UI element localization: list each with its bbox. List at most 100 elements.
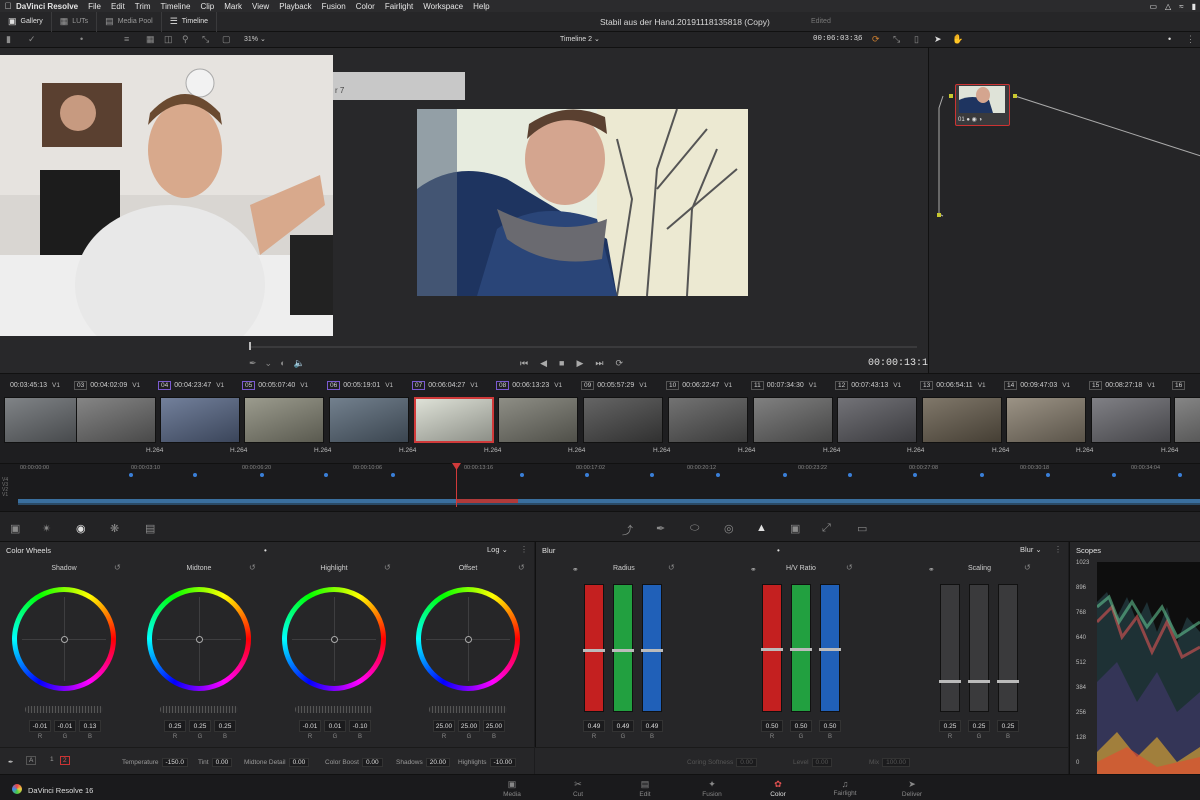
timeline-track-audio[interactable] bbox=[18, 503, 1200, 505]
highlights-field[interactable]: Highlights -10.00 bbox=[458, 758, 516, 767]
play-reverse-icon[interactable]: ◀ bbox=[540, 358, 547, 370]
sizing-icon[interactable]: ⤢ bbox=[822, 522, 831, 535]
clip-item[interactable]: 11 00:07:34:30 V1 H.264 bbox=[751, 376, 840, 466]
expand-icon[interactable]: ⤡ bbox=[202, 34, 209, 45]
battery-icon[interactable]: ▮ bbox=[1192, 2, 1196, 11]
marker-dot[interactable] bbox=[716, 473, 720, 477]
master-jog-wheel[interactable] bbox=[160, 706, 238, 713]
color-match-icon[interactable]: ✴ bbox=[42, 522, 51, 535]
blur-slider-r[interactable] bbox=[583, 584, 605, 712]
mode-select[interactable]: Log ⌄ bbox=[487, 545, 508, 554]
wheel-center-handle[interactable] bbox=[465, 636, 472, 643]
clip-item[interactable]: 13 00:06:54:11 V1 H.264 bbox=[920, 376, 1009, 466]
slider-knob[interactable] bbox=[612, 649, 634, 652]
marker-dot[interactable] bbox=[913, 473, 917, 477]
clip-item[interactable]: 15 00:08:27:18 V1 H.264 bbox=[1089, 376, 1178, 466]
tracker-icon[interactable]: ◎ bbox=[724, 522, 734, 535]
timeline-current-clip[interactable] bbox=[456, 499, 518, 503]
clip-item[interactable]: 04 00:04:23:47 V1 H.264 bbox=[158, 376, 247, 466]
clip-thumbnail[interactable] bbox=[160, 397, 240, 443]
wheel-value-b[interactable]: 0.13 bbox=[79, 720, 101, 732]
color-wheel[interactable] bbox=[147, 587, 251, 691]
highlight-icon[interactable]: ✓ bbox=[28, 34, 36, 45]
marker-dot[interactable] bbox=[260, 473, 264, 477]
master-jog-wheel[interactable] bbox=[25, 706, 103, 713]
menu-clip[interactable]: Clip bbox=[200, 2, 214, 11]
stop-icon[interactable]: ■ bbox=[559, 358, 564, 370]
chevron-down-icon[interactable]: ⌄ bbox=[265, 358, 273, 369]
master-jog-wheel[interactable] bbox=[295, 706, 373, 713]
menu-workspace[interactable]: Workspace bbox=[423, 2, 463, 11]
clip-thumbnail[interactable] bbox=[76, 397, 156, 443]
nav-media[interactable]: ▣ Media bbox=[492, 779, 532, 798]
color-wheel[interactable] bbox=[12, 587, 116, 691]
wheel-value-r[interactable]: -0.01 bbox=[29, 720, 51, 732]
wheel-value-b[interactable]: 25.00 bbox=[483, 720, 505, 732]
slider-knob[interactable] bbox=[641, 649, 663, 652]
camera-raw-icon[interactable]: ▣ bbox=[10, 522, 20, 535]
blur-slider-g[interactable] bbox=[790, 584, 812, 712]
wheel-value-b[interactable]: -0.10 bbox=[349, 720, 371, 732]
blur-value[interactable]: 0.25 bbox=[939, 720, 961, 732]
more-icon[interactable]: ⋮ bbox=[1054, 545, 1062, 554]
clip-thumbnail[interactable] bbox=[329, 397, 409, 443]
rgb-mixer-icon[interactable]: ❋ bbox=[110, 522, 119, 535]
clip-thumbnail[interactable] bbox=[1091, 397, 1171, 443]
clip-thumbnail[interactable] bbox=[668, 397, 748, 443]
marker-dot[interactable] bbox=[391, 473, 395, 477]
tint-field[interactable]: Tint 0.00 bbox=[198, 758, 233, 767]
color-wheel[interactable] bbox=[282, 587, 386, 691]
menu-fusion[interactable]: Fusion bbox=[322, 2, 346, 11]
slider-knob[interactable] bbox=[997, 680, 1019, 683]
menu-timeline[interactable]: Timeline bbox=[161, 2, 191, 11]
nav-fairlight[interactable]: ♫ Fairlight bbox=[825, 779, 865, 797]
coring-softness-field[interactable]: Coring Softness 0.00 bbox=[687, 758, 757, 767]
menu-view[interactable]: View bbox=[252, 2, 269, 11]
clip-thumbnail[interactable] bbox=[244, 397, 324, 443]
dot-menu-icon[interactable]: • bbox=[1168, 34, 1171, 44]
shadows-field[interactable]: Shadows 20.00 bbox=[396, 758, 451, 767]
scrub-playhead[interactable] bbox=[249, 342, 251, 350]
wheel-value-r[interactable]: 25.00 bbox=[433, 720, 455, 732]
clip-thumbnail[interactable] bbox=[414, 397, 494, 443]
play-icon[interactable]: ▶ bbox=[576, 358, 583, 370]
slider-knob[interactable] bbox=[939, 680, 961, 683]
marker-dot[interactable] bbox=[848, 473, 852, 477]
marker-dot[interactable] bbox=[129, 473, 133, 477]
marker-dot[interactable] bbox=[1046, 473, 1050, 477]
clip-item[interactable]: 14 00:09:47:03 V1 H.264 bbox=[1004, 376, 1093, 466]
viewer-scrub-bar[interactable] bbox=[249, 346, 917, 348]
pointer-icon[interactable]: ➤ bbox=[934, 34, 942, 45]
nav-deliver[interactable]: ➤ Deliver bbox=[892, 779, 932, 798]
menu-fairlight[interactable]: Fairlight bbox=[385, 2, 413, 11]
curves-icon[interactable]: ⤴ bbox=[622, 522, 633, 538]
blur-slider-b[interactable] bbox=[997, 584, 1019, 712]
blur-slider-g[interactable] bbox=[968, 584, 990, 712]
master-jog-wheel[interactable] bbox=[429, 706, 507, 713]
go-to-end-icon[interactable]: ⏭ bbox=[595, 358, 603, 370]
zoom-select[interactable]: 31% ⌄ bbox=[244, 35, 266, 43]
menu-trim[interactable]: Trim bbox=[135, 2, 151, 11]
clip-thumbnail[interactable] bbox=[1006, 397, 1086, 443]
wheel-value-b[interactable]: 0.25 bbox=[214, 720, 236, 732]
search-icon[interactable]: ⚲ bbox=[182, 34, 189, 45]
reset-icon[interactable]: ↺ bbox=[1024, 563, 1031, 572]
key-icon[interactable]: ▣ bbox=[790, 522, 800, 535]
page-a-button[interactable]: A bbox=[26, 756, 37, 765]
marker-dot[interactable] bbox=[585, 473, 589, 477]
clip-item[interactable]: 09 00:05:57:29 V1 H.264 bbox=[581, 376, 670, 466]
menu-color[interactable]: Color bbox=[356, 2, 375, 11]
clip-item[interactable]: 08 00:06:13:23 V1 H.264 bbox=[496, 376, 585, 466]
airplay-icon[interactable]: △ bbox=[1165, 2, 1171, 11]
slider-knob[interactable] bbox=[819, 648, 841, 651]
page-dot-icon[interactable]: • bbox=[264, 546, 267, 555]
wheel-center-handle[interactable] bbox=[331, 636, 338, 643]
page-1-button[interactable]: 1 bbox=[48, 756, 56, 763]
marker-dot[interactable] bbox=[193, 473, 197, 477]
wheel-value-r[interactable]: -0.01 bbox=[299, 720, 321, 732]
blur-value[interactable]: 0.49 bbox=[583, 720, 605, 732]
reset-icon[interactable]: ↺ bbox=[114, 563, 121, 572]
page-2-button[interactable]: 2 bbox=[60, 756, 70, 765]
eyedropper-icon[interactable]: ✒ bbox=[8, 758, 13, 766]
qualifier-icon[interactable]: ✒ bbox=[656, 522, 665, 535]
